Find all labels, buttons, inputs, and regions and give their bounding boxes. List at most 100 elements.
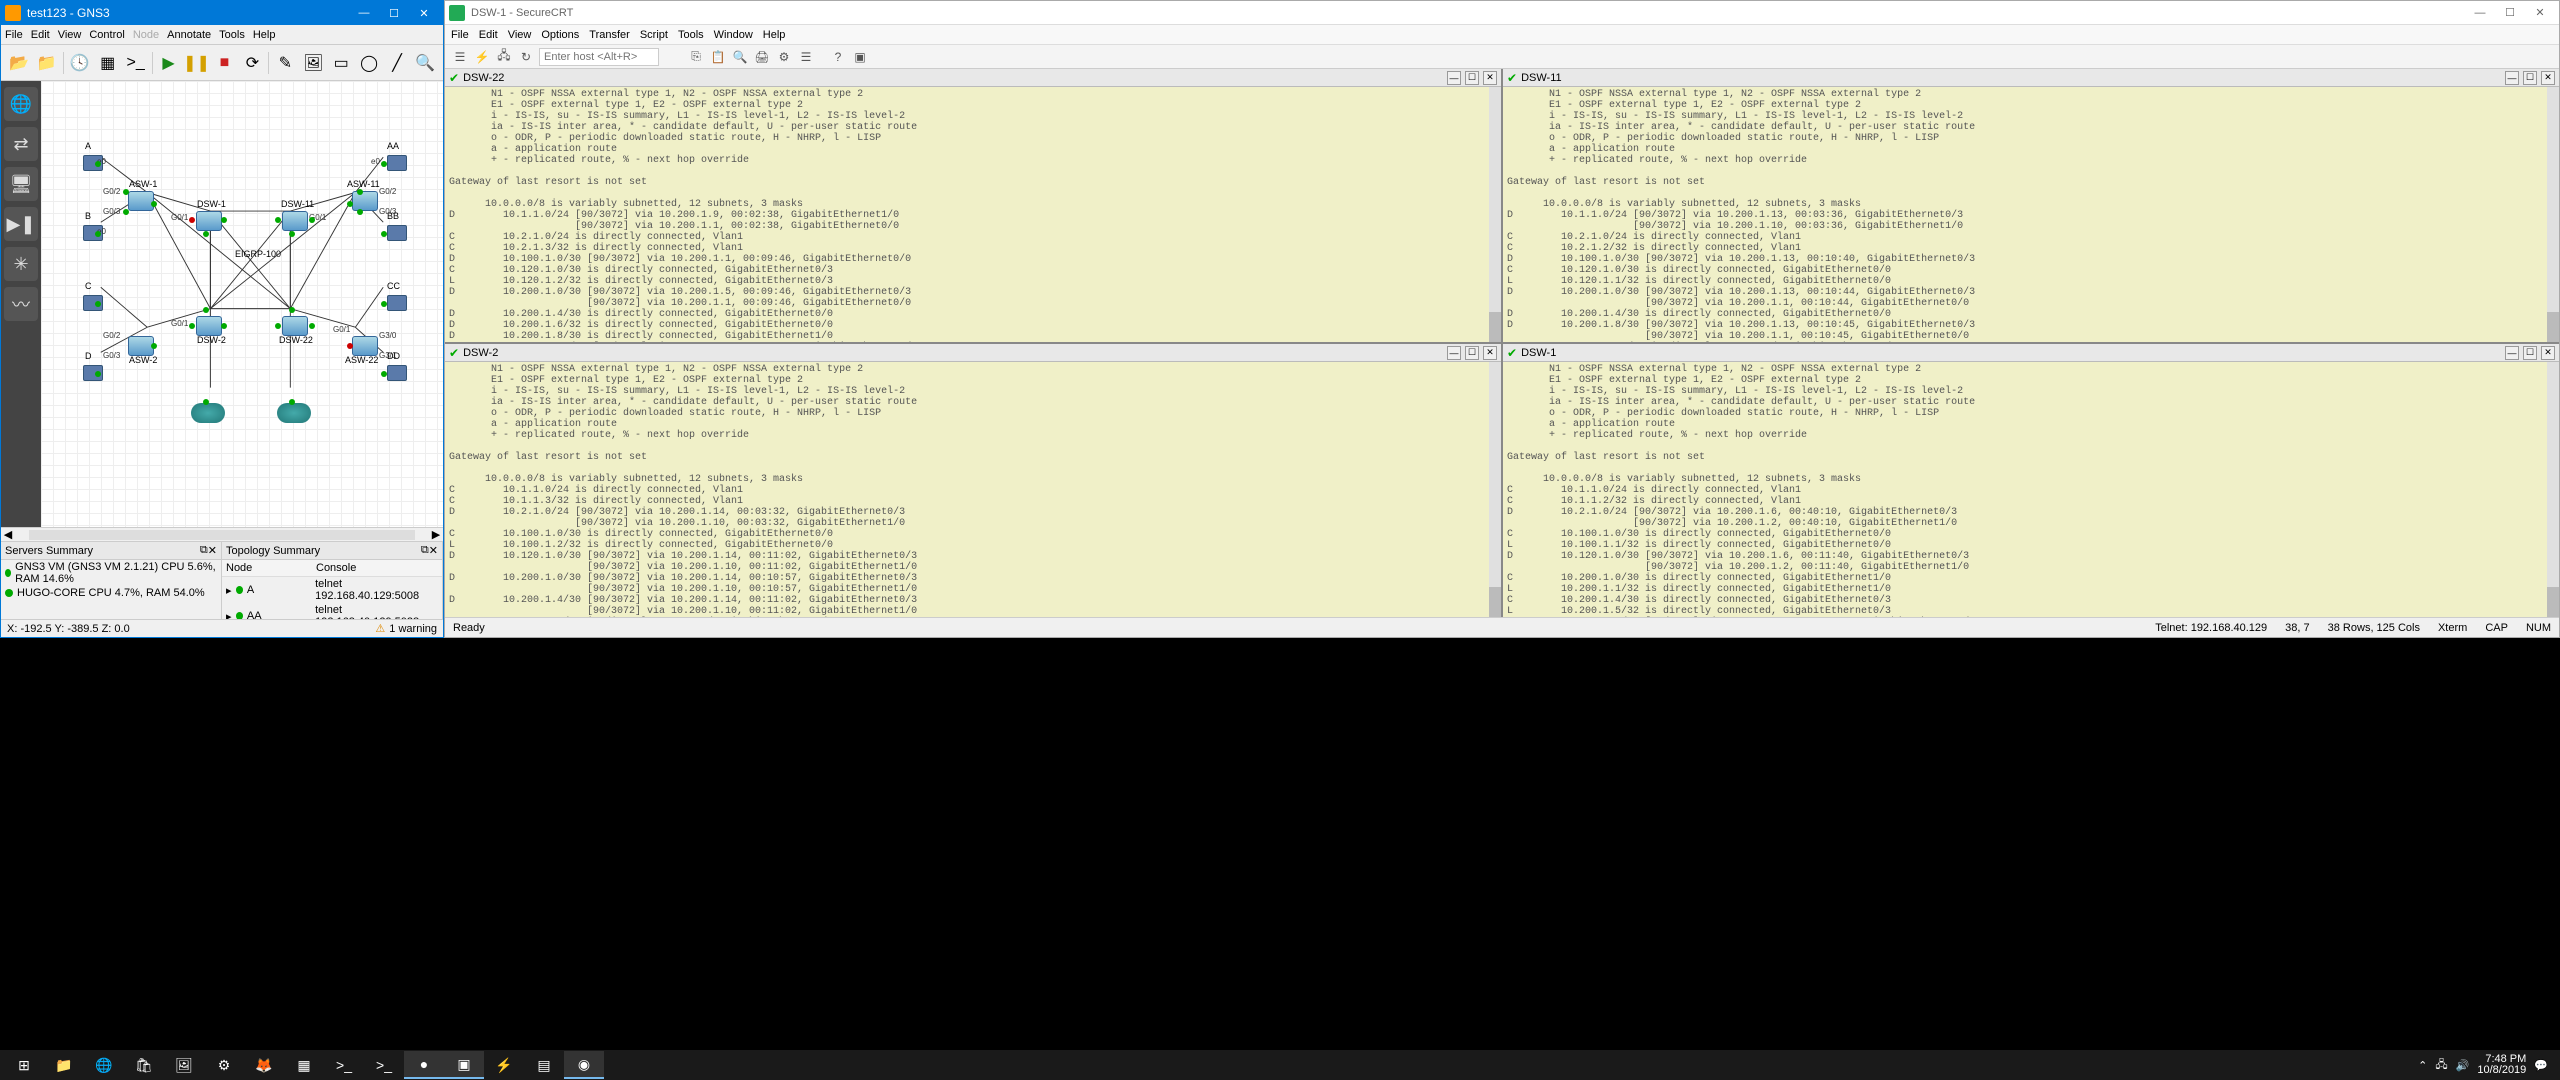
start-button[interactable]: ⊞ (4, 1051, 44, 1079)
terminal[interactable]: N1 - OSPF NSSA external type 1, N2 - OSP… (1503, 87, 2559, 342)
security-category-icon[interactable]: ▶❚ (4, 207, 38, 241)
reconnect-icon[interactable]: ↻ (517, 48, 535, 66)
menu-file[interactable]: File (451, 29, 469, 41)
host-input[interactable] (539, 48, 659, 66)
notifications-icon[interactable]: 💬 (2534, 1059, 2548, 1072)
menu-annotate[interactable]: Annotate (167, 29, 211, 41)
close-pane-icon[interactable]: ✕ (2541, 346, 2555, 360)
close-panel-icon[interactable]: ✕ (429, 544, 438, 557)
routers-category-icon[interactable]: 🌐 (4, 87, 38, 121)
new-project-icon[interactable]: 📂 (7, 51, 31, 75)
menu-script[interactable]: Script (640, 29, 668, 41)
node-vpcs-d[interactable] (79, 365, 107, 387)
cloud-2[interactable] (277, 403, 311, 423)
stop-all-icon[interactable]: ■ (213, 51, 237, 75)
lightning-icon[interactable]: ⚡ (484, 1051, 524, 1079)
node-dsw11[interactable] (281, 211, 309, 233)
reload-all-icon[interactable]: ⟳ (240, 51, 264, 75)
close-pane-icon[interactable]: ✕ (1483, 71, 1497, 85)
menu-tools[interactable]: Tools (678, 29, 704, 41)
network-icon[interactable]: 🖧 (2435, 1056, 2447, 1075)
close-button[interactable]: ✕ (409, 3, 439, 23)
menu-transfer[interactable]: Transfer (589, 29, 630, 41)
undock-icon[interactable]: ⧉ (421, 544, 429, 557)
close-panel-icon[interactable]: ✕ (208, 544, 217, 557)
show-labels-icon[interactable]: ▦ (96, 51, 120, 75)
menu-window[interactable]: Window (714, 29, 753, 41)
session-tab[interactable]: ✔ DSW-1 — ☐ ✕ (1503, 344, 2559, 362)
session-manager-icon[interactable]: ☰ (451, 48, 469, 66)
menu-help[interactable]: Help (763, 29, 786, 41)
close-pane-icon[interactable]: ✕ (2541, 71, 2555, 85)
node-dsw1[interactable] (195, 211, 223, 233)
maximize-pane-icon[interactable]: ☐ (2523, 346, 2537, 360)
scrollbar[interactable] (2547, 87, 2559, 342)
snapshot-icon[interactable]: 🕓 (68, 51, 92, 75)
connect-icon[interactable]: 🖧 (495, 48, 513, 66)
scrollbar[interactable] (1489, 362, 1501, 617)
minimize-pane-icon[interactable]: — (2505, 71, 2519, 85)
print-icon[interactable]: 🖨 (753, 48, 771, 66)
scrollbar[interactable] (1489, 87, 1501, 342)
minimize-button[interactable]: — (349, 3, 379, 23)
canvas-scrollbar[interactable]: ◀▶ (1, 527, 443, 541)
node-vpcs-cc[interactable] (383, 295, 411, 317)
gns3-taskbar-icon[interactable]: ▣ (444, 1051, 484, 1079)
topo-row[interactable]: ▸Atelnet 192.168.40.129:5008 (222, 577, 442, 603)
toggle-icon[interactable]: ▣ (851, 48, 869, 66)
session-tab[interactable]: ✔ DSW-2 — ☐ ✕ (445, 344, 1501, 362)
close-button[interactable]: ✕ (2525, 3, 2555, 23)
start-all-icon[interactable]: ▶ (157, 51, 181, 75)
edit-icon[interactable]: ✎ (273, 51, 297, 75)
menu-edit[interactable]: Edit (479, 29, 498, 41)
ellipse-icon[interactable]: ◯ (357, 51, 381, 75)
store-icon[interactable]: 🛍 (124, 1051, 164, 1079)
file-explorer-icon[interactable]: 📁 (44, 1051, 84, 1079)
settings-icon[interactable]: ⚙ (204, 1051, 244, 1079)
node-vpcs-c[interactable] (79, 295, 107, 317)
line-icon[interactable]: ╱ (385, 51, 409, 75)
cloud-1[interactable] (191, 403, 225, 423)
all-devices-category-icon[interactable]: ✳ (4, 247, 38, 281)
session-tab[interactable]: ✔ DSW-22 — ☐ ✕ (445, 69, 1501, 87)
menu-options[interactable]: Options (541, 29, 579, 41)
topology-canvas[interactable]: A e0 B e0 AA e0 BB C D CC DD A (41, 81, 443, 527)
edge-icon[interactable]: 🌐 (84, 1051, 124, 1079)
photos-icon[interactable]: 🖼 (164, 1051, 204, 1079)
node-vpcs-aa[interactable] (383, 155, 411, 177)
console-icon[interactable]: >_ (124, 51, 148, 75)
terminal2-icon[interactable]: >_ (364, 1051, 404, 1079)
maximize-button[interactable]: ☐ (379, 3, 409, 23)
warning-icon[interactable]: ⚠ (375, 622, 385, 635)
app-icon[interactable]: ▦ (284, 1051, 324, 1079)
maximize-pane-icon[interactable]: ☐ (1465, 71, 1479, 85)
minimize-pane-icon[interactable]: — (2505, 346, 2519, 360)
maximize-button[interactable]: ☐ (2495, 3, 2525, 23)
node-asw11[interactable] (351, 191, 379, 213)
menu-view[interactable]: View (508, 29, 532, 41)
menu-help[interactable]: Help (253, 29, 276, 41)
minimize-pane-icon[interactable]: — (1447, 71, 1461, 85)
app2-icon[interactable]: ● (404, 1051, 444, 1079)
zoom-icon[interactable]: 🔍 (413, 51, 437, 75)
scrollbar[interactable] (2547, 362, 2559, 617)
end-devices-category-icon[interactable]: 🖥 (4, 167, 38, 201)
close-pane-icon[interactable]: ✕ (1483, 346, 1497, 360)
volume-icon[interactable]: 🔊 (2456, 1059, 2470, 1072)
options-icon[interactable]: ⚙ (775, 48, 793, 66)
minimize-pane-icon[interactable]: — (1447, 346, 1461, 360)
menu-view[interactable]: View (58, 29, 82, 41)
add-link-icon[interactable]: 〰 (4, 287, 38, 321)
menu-file[interactable]: File (5, 29, 23, 41)
menu-control[interactable]: Control (89, 29, 124, 41)
rectangle-icon[interactable]: ▭ (329, 51, 353, 75)
terminal-icon[interactable]: >_ (324, 1051, 364, 1079)
gns3-titlebar[interactable]: test123 - GNS3 — ☐ ✕ (1, 1, 443, 25)
find-icon[interactable]: 🔍 (731, 48, 749, 66)
securecrt-taskbar-icon[interactable]: ◉ (564, 1051, 604, 1079)
terminal[interactable]: N1 - OSPF NSSA external type 1, N2 - OSP… (445, 362, 1501, 617)
minimize-button[interactable]: — (2465, 3, 2495, 23)
terminal[interactable]: N1 - OSPF NSSA external type 1, N2 - OSP… (445, 87, 1501, 342)
system-tray[interactable]: ⌃ 🖧 🔊 7:48 PM 10/8/2019 💬 (2418, 1054, 2556, 1076)
server-row[interactable]: HUGO-CORE CPU 4.7%, RAM 54.0% (1, 586, 221, 600)
